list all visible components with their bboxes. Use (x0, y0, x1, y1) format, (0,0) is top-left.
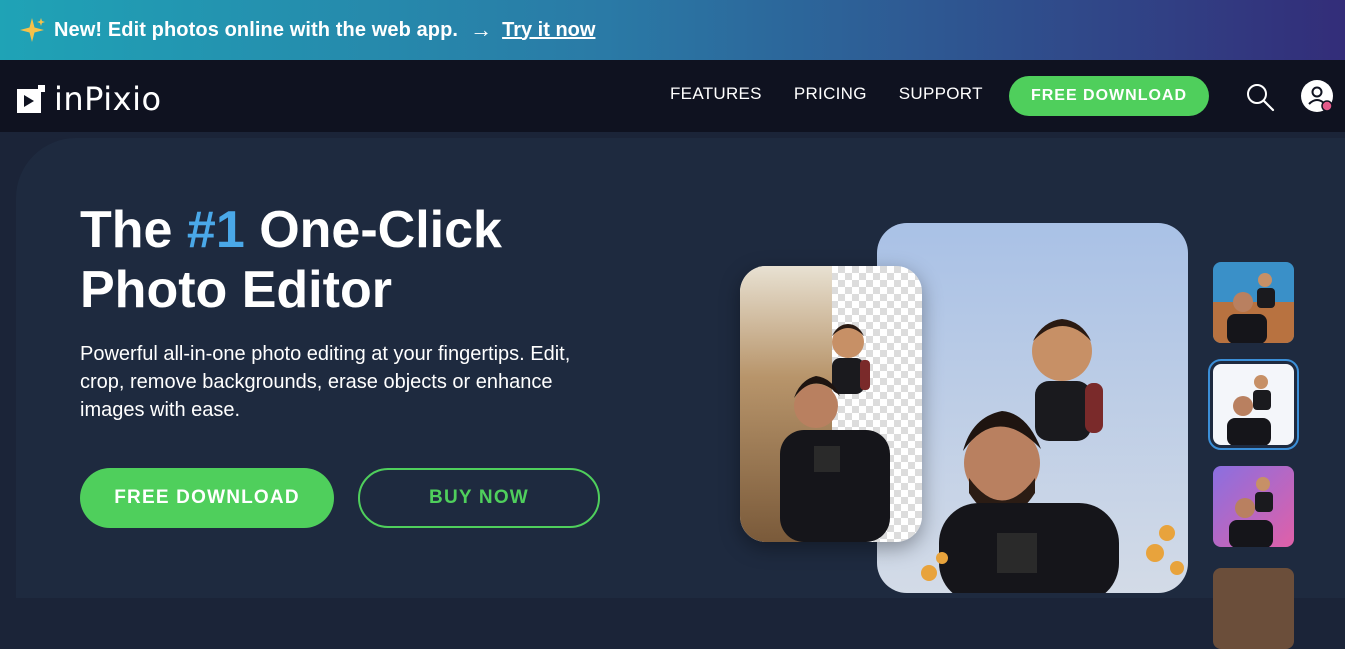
nav-link-features[interactable]: FEATURES (670, 84, 762, 104)
thumbnail-2[interactable] (1208, 359, 1299, 450)
try-it-now-link[interactable]: Try it now (502, 19, 595, 42)
promo-bar: New! Edit photos online with the web app… (0, 0, 1345, 60)
brand-logo[interactable]: inPixio (16, 80, 162, 118)
thumbnail-3[interactable] (1213, 466, 1294, 547)
thumbnail-4[interactable] (1213, 568, 1294, 649)
hero-buy-now-button[interactable]: BUY NOW (358, 468, 600, 528)
account-icon[interactable] (1300, 79, 1334, 113)
promo-message: New! Edit photos online with the web app… (54, 18, 459, 41)
nav-free-download-button[interactable]: FREE DOWNLOAD (1009, 76, 1209, 116)
hero-free-download-button[interactable]: FREE DOWNLOAD (80, 468, 334, 528)
hero-title-highlight: #1 (186, 201, 245, 259)
hero-title: The #1 One-Click Photo Editor (80, 201, 502, 319)
background-removal-photo (740, 266, 922, 542)
hero-main-photo (877, 223, 1188, 593)
thumbnail-1[interactable] (1213, 262, 1294, 343)
logo-mark-icon (17, 85, 45, 113)
nav-links: FEATURES PRICING SUPPORT (670, 84, 983, 104)
nav-link-pricing[interactable]: PRICING (794, 84, 867, 104)
hero-subtitle: Powerful all-in-one photo editing at you… (80, 343, 571, 421)
search-icon[interactable] (1245, 82, 1275, 112)
brand-name: inPixio (54, 80, 162, 118)
sparkle-icon (20, 18, 45, 42)
arrow-right-icon: → (470, 17, 493, 42)
nav-link-support[interactable]: SUPPORT (899, 84, 983, 104)
top-nav: inPixio FEATURES PRICING SUPPORT FREE DO… (0, 60, 1345, 132)
